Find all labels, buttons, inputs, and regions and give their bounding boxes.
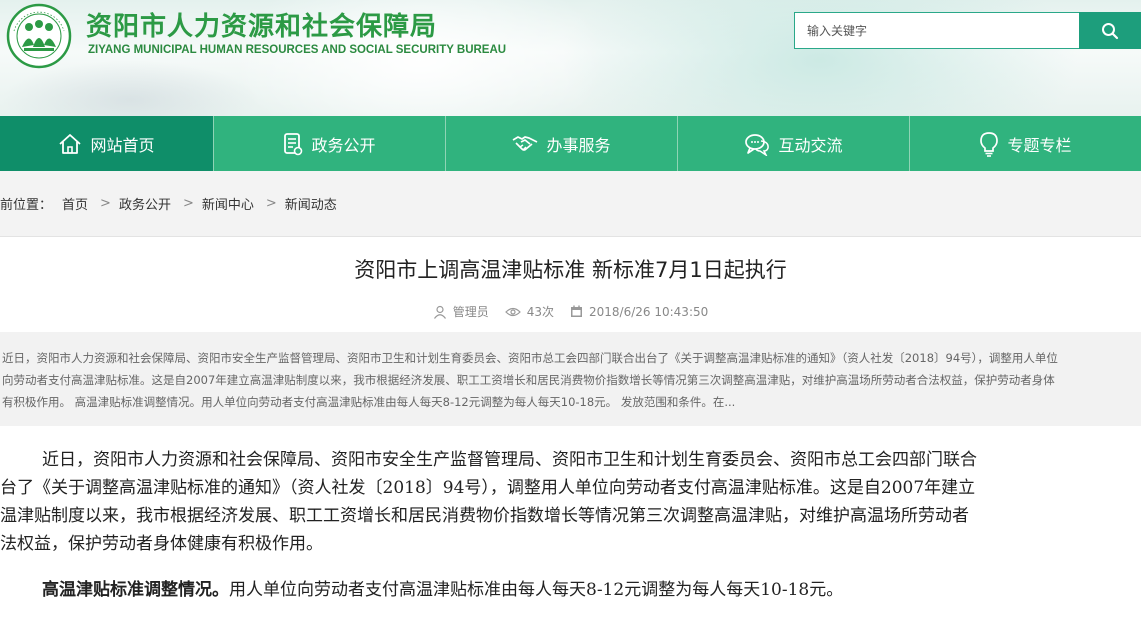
publish-date: 2018/6/26 10:43:50	[589, 304, 709, 319]
breadcrumb-item-government-affairs[interactable]: 政务公开	[119, 194, 171, 213]
site-header: 资阳市人力资源和社会保障局 ZIYANG MUNICIPAL HUMAN RES…	[0, 0, 1141, 116]
nav-item-services[interactable]: 办事服务	[446, 116, 678, 171]
nav-item-label: 办事服务	[546, 135, 611, 155]
breadcrumb-separator: >	[265, 196, 277, 211]
breadcrumb: 前位置： 首页 > 政务公开 > 新闻中心 > 新闻动态	[0, 171, 1141, 237]
breadcrumb-prefix: 前位置：	[0, 198, 53, 213]
meta-author: 管理员	[433, 303, 489, 320]
paragraph-text: 用人单位向劳动者支付高温津贴标准由每人每天8-12元调整为每人每天10-18元。	[229, 580, 844, 600]
main-nav: 网站首页 政务公开 办事服务 互动交流 专题专栏	[0, 116, 1141, 171]
summary-line: 向劳动者支付高温津贴标准。这是自2007年建立高温津贴制度以来，我市根据经济发展…	[2, 373, 1055, 387]
paragraph-lead: 高温津贴标准调整情况。	[42, 580, 229, 600]
search-button[interactable]	[1079, 12, 1141, 49]
breadcrumb-item-news[interactable]: 新闻动态	[285, 194, 337, 213]
handshake-icon	[513, 135, 538, 151]
site-title: 资阳市人力资源和社会保障局	[86, 12, 438, 42]
home-icon	[59, 133, 82, 154]
lightbulb-icon	[980, 131, 999, 157]
search-icon	[1102, 22, 1119, 39]
breadcrumb-item-home[interactable]: 首页	[62, 194, 88, 213]
user-icon	[433, 305, 446, 319]
nav-item-label: 网站首页	[90, 135, 155, 155]
article-summary: 近日，资阳市人力资源和社会保障局、资阳市安全生产监督管理局、资阳市卫生和计划生育…	[0, 332, 1141, 426]
breadcrumb-separator: >	[182, 196, 194, 211]
nav-item-interaction[interactable]: 互动交流	[678, 116, 910, 171]
bureau-logo[interactable]	[6, 3, 72, 69]
site-subtitle: ZIYANG MUNICIPAL HUMAN RESOURCES AND SOC…	[88, 44, 507, 56]
article-meta: 管理员 43次 2018/6/26 10:43:50	[0, 303, 1141, 320]
article-title: 资阳市上调高温津贴标准 新标准7月1日起执行	[354, 258, 787, 282]
calendar-icon	[571, 305, 583, 317]
nav-item-home[interactable]: 网站首页	[0, 116, 214, 171]
body-line: 法权益，保护劳动者身体健康有积极作用。	[0, 534, 323, 554]
view-count: 43次	[526, 305, 555, 319]
body-line: 温津贴制度以来，我市根据经济发展、职工工资增长和居民消费物价指数增长等情况第三次…	[0, 506, 969, 526]
summary-line: 有积极作用。 高温津贴标准调整情况。用人单位向劳动者支付高温津贴标准由每人每天8…	[2, 395, 736, 409]
search-input[interactable]	[794, 12, 1079, 49]
nav-item-label: 政务公开	[311, 135, 376, 155]
body-line: 台了《关于调整高温津贴标准的通知》（资人社发〔2018〕94号），调整用人单位向…	[0, 478, 976, 498]
nav-item-special-topics[interactable]: 专题专栏	[910, 116, 1141, 171]
breadcrumb-separator: >	[100, 196, 111, 211]
article-body: 近日，资阳市人力资源和社会保障局、资阳市安全生产监督管理局、资阳市卫生和计划生育…	[0, 446, 1141, 604]
search-box	[794, 12, 1141, 49]
eye-icon	[504, 307, 521, 316]
nav-item-label: 专题专栏	[1007, 135, 1072, 155]
body-line: 近日，资阳市人力资源和社会保障局、资阳市安全生产监督管理局、资阳市卫生和计划生育…	[42, 450, 977, 470]
nav-item-label: 互动交流	[778, 135, 843, 155]
body-paragraph: 近日，资阳市人力资源和社会保障局、资阳市安全生产监督管理局、资阳市卫生和计划生育…	[0, 446, 1141, 558]
body-paragraph: 高温津贴标准调整情况。用人单位向劳动者支付高温津贴标准由每人每天8-12元调整为…	[0, 576, 1141, 604]
breadcrumb-item-news-center[interactable]: 新闻中心	[202, 194, 254, 213]
nav-item-government-affairs[interactable]: 政务公开	[214, 116, 446, 171]
document-icon	[284, 132, 303, 155]
chat-icon	[745, 133, 770, 156]
summary-line: 近日，资阳市人力资源和社会保障局、资阳市安全生产监督管理局、资阳市卫生和计划生育…	[2, 351, 1058, 365]
author-name: 管理员	[452, 305, 489, 319]
meta-date: 2018/6/26 10:43:50	[570, 305, 708, 319]
meta-views: 43次	[504, 303, 555, 320]
